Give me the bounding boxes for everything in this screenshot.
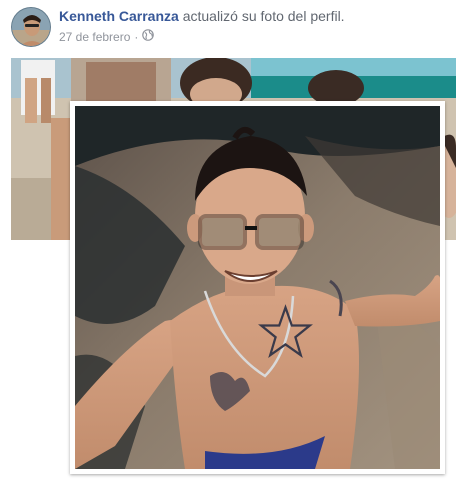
post-action-text: actualizó su foto del perfil. xyxy=(182,8,345,24)
author-name-link[interactable]: Kenneth Carranza xyxy=(59,8,179,24)
globe-icon[interactable] xyxy=(142,29,155,44)
profile-photo[interactable] xyxy=(75,106,440,469)
post-date[interactable]: 27 de febrero xyxy=(59,30,130,44)
post-header: Kenneth Carranza actualizó su foto del p… xyxy=(0,0,456,54)
author-avatar[interactable] xyxy=(11,7,51,47)
post-meta: 27 de febrero · xyxy=(59,29,155,44)
profile-photo-frame[interactable] xyxy=(70,101,445,474)
meta-separator: · xyxy=(134,29,139,44)
post-title-line: Kenneth Carranza actualizó su foto del p… xyxy=(59,8,345,24)
